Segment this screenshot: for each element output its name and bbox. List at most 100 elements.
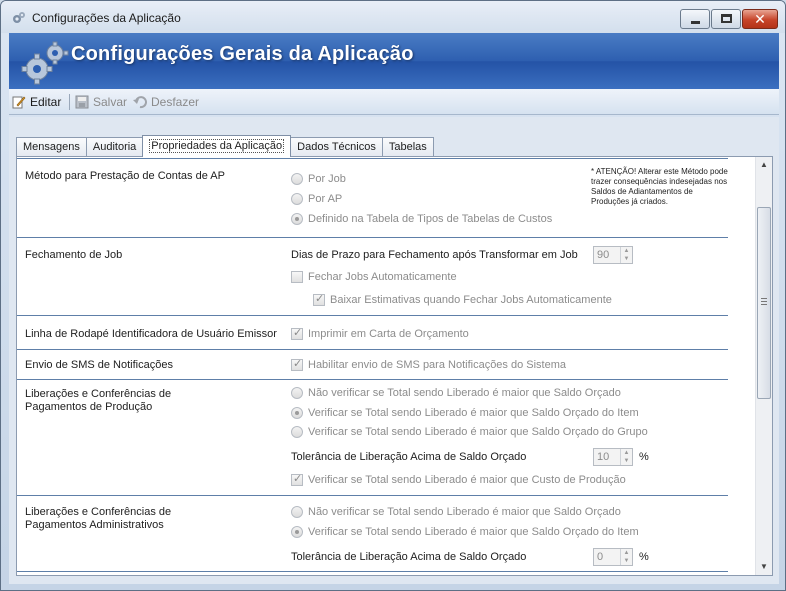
- radio-nao-verificar-admin[interactable]: Não verificar se Total sendo Liberado é …: [291, 506, 621, 518]
- label-line: Liberações e Conferências de: [25, 506, 172, 518]
- percent-label: %: [639, 551, 649, 563]
- radio-verificar-item-admin[interactable]: Verificar se Total sendo Liberado é maio…: [291, 526, 639, 538]
- radio-label: Verificar se Total sendo Liberado é maio…: [308, 407, 639, 419]
- checkbox-label: Imprimir em Carta de Orçamento: [308, 328, 469, 340]
- radio-por-job[interactable]: Por Job: [291, 173, 346, 185]
- radio-button[interactable]: [291, 506, 303, 518]
- tab-label: Mensagens: [23, 141, 80, 153]
- scroll-thumb[interactable]: [757, 207, 771, 399]
- radio-button[interactable]: [291, 526, 303, 538]
- close-button[interactable]: ✕: [742, 9, 778, 29]
- stepper-arrows[interactable]: ▲ ▼: [620, 247, 632, 263]
- tolerancia-label: Tolerância de Liberação Acima de Saldo O…: [291, 451, 527, 463]
- up-arrow-icon[interactable]: ▲: [621, 549, 632, 557]
- radio-verificar-grupo-producao[interactable]: Verificar se Total sendo Liberado é maio…: [291, 426, 648, 438]
- tab-auditoria[interactable]: Auditoria: [85, 137, 144, 157]
- percent-label: %: [639, 451, 649, 463]
- checkbox[interactable]: [291, 472, 303, 486]
- radio-button[interactable]: [291, 387, 303, 399]
- vertical-scrollbar[interactable]: ▲ ▼: [755, 157, 772, 575]
- section-separator: [17, 158, 728, 159]
- checkbox-custo-producao[interactable]: Verificar se Total sendo Liberado é maio…: [291, 472, 626, 486]
- radio-verificar-item-producao[interactable]: Verificar se Total sendo Liberado é maio…: [291, 407, 639, 419]
- save-button[interactable]: Salvar: [75, 95, 127, 109]
- checkbox[interactable]: [291, 357, 303, 371]
- prazo-stepper[interactable]: 90 ▲ ▼: [593, 246, 633, 264]
- gears-icon: [13, 12, 25, 23]
- down-arrow-icon[interactable]: ▼: [621, 255, 632, 263]
- section-separator: [17, 349, 728, 350]
- radio-button[interactable]: [291, 193, 303, 205]
- checkbox[interactable]: [313, 292, 325, 306]
- checkbox[interactable]: [291, 326, 303, 340]
- prazo-value: 90: [597, 249, 610, 261]
- edit-label: Editar: [30, 95, 62, 109]
- window-title: Configurações da Aplicação: [32, 11, 181, 25]
- prazo-label: Dias de Prazo para Fechamento após Trans…: [291, 249, 578, 261]
- app-window: Configurações da Aplicação ✕ Configuraçõ…: [0, 0, 786, 591]
- section-label-producao: Liberações e Conferências de Pagamentos …: [25, 388, 171, 414]
- tolerancia-value: 10: [597, 451, 610, 463]
- scroll-up-icon[interactable]: ▲: [756, 157, 772, 173]
- edit-button[interactable]: Editar: [12, 95, 61, 109]
- radio-label: Não verificar se Total sendo Liberado é …: [308, 387, 621, 399]
- undo-label: Desfazer: [151, 95, 200, 109]
- section-separator: [17, 379, 728, 380]
- save-label: Salvar: [93, 95, 128, 109]
- checkbox-label: Verificar se Total sendo Liberado é maio…: [308, 474, 626, 486]
- section-label-prestacao: Método para Prestação de Contas de AP: [25, 170, 225, 182]
- radio-button[interactable]: [291, 213, 303, 225]
- toolbar: Editar Salvar Desfazer: [9, 89, 779, 115]
- tolerancia-admin-stepper[interactable]: 0 ▲ ▼: [593, 548, 633, 566]
- radio-label: Verificar se Total sendo Liberado é maio…: [308, 526, 639, 538]
- tab-label: Propriedades da Aplicação: [149, 139, 285, 153]
- close-icon: ✕: [754, 11, 766, 27]
- label-line: Pagamentos de Produção: [25, 401, 153, 413]
- minimize-button[interactable]: [680, 9, 710, 29]
- checkbox-fechar-auto[interactable]: Fechar Jobs Automaticamente: [291, 271, 457, 283]
- radio-button[interactable]: [291, 407, 303, 419]
- tolerancia-admin-value: 0: [597, 551, 604, 563]
- radio-definido-tabela[interactable]: Definido na Tabela de Tipos de Tabelas d…: [291, 213, 552, 225]
- section-separator: [17, 315, 728, 316]
- radio-label: Definido na Tabela de Tipos de Tabelas d…: [308, 213, 553, 225]
- section-separator: [17, 571, 728, 572]
- tab-tabelas[interactable]: Tabelas: [381, 137, 434, 157]
- checkbox-habilitar-sms[interactable]: Habilitar envio de SMS para Notificações…: [291, 357, 567, 371]
- section-label-fechamento: Fechamento de Job: [25, 249, 123, 261]
- tab-dados-tecnicos[interactable]: Dados Técnicos: [290, 137, 383, 157]
- checkbox-baixar-estimativas[interactable]: Baixar Estimativas quando Fechar Jobs Au…: [313, 292, 612, 306]
- maximize-icon: [721, 14, 732, 23]
- checkbox-imprimir-carta[interactable]: Imprimir em Carta de Orçamento: [291, 326, 469, 340]
- tab-propriedades[interactable]: Propriedades da Aplicação: [142, 135, 292, 157]
- stepper-arrows[interactable]: ▲ ▼: [620, 449, 632, 465]
- section-separator: [17, 237, 728, 238]
- label-line: Liberações e Conferências de: [25, 388, 172, 400]
- radio-button[interactable]: [291, 173, 303, 185]
- tab-mensagens[interactable]: Mensagens: [16, 137, 87, 157]
- title-bar[interactable]: Configurações da Aplicação ✕: [1, 1, 785, 33]
- scroll-down-icon[interactable]: ▼: [756, 559, 772, 575]
- maximize-button[interactable]: [711, 9, 741, 29]
- radio-nao-verificar-producao[interactable]: Não verificar se Total sendo Liberado é …: [291, 387, 621, 399]
- minimize-icon: [691, 21, 700, 24]
- radio-button[interactable]: [291, 426, 303, 438]
- up-arrow-icon[interactable]: ▲: [621, 449, 632, 457]
- radio-por-ap[interactable]: Por AP: [291, 193, 342, 205]
- down-arrow-icon[interactable]: ▼: [621, 557, 632, 565]
- checkbox[interactable]: [291, 271, 303, 283]
- up-arrow-icon[interactable]: ▲: [621, 247, 632, 255]
- grip-icon: [761, 298, 767, 305]
- checkbox-label: Fechar Jobs Automaticamente: [308, 271, 457, 283]
- stepper-arrows[interactable]: ▲ ▼: [620, 549, 632, 565]
- checkbox-label: Habilitar envio de SMS para Notificações…: [308, 359, 567, 371]
- header-banner: Configurações Gerais da Aplicação: [9, 33, 779, 89]
- checkbox-label: Baixar Estimativas quando Fechar Jobs Au…: [330, 294, 612, 306]
- radio-label: Verificar se Total sendo Liberado é maio…: [308, 426, 648, 438]
- section-label-rodape: Linha de Rodapé Identificadora de Usuári…: [25, 328, 277, 340]
- radio-label: Não verificar se Total sendo Liberado é …: [308, 506, 621, 518]
- down-arrow-icon[interactable]: ▼: [621, 457, 632, 465]
- undo-button[interactable]: Desfazer: [133, 95, 199, 109]
- radio-label: Por AP: [308, 193, 343, 205]
- tolerancia-stepper[interactable]: 10 ▲ ▼: [593, 448, 633, 466]
